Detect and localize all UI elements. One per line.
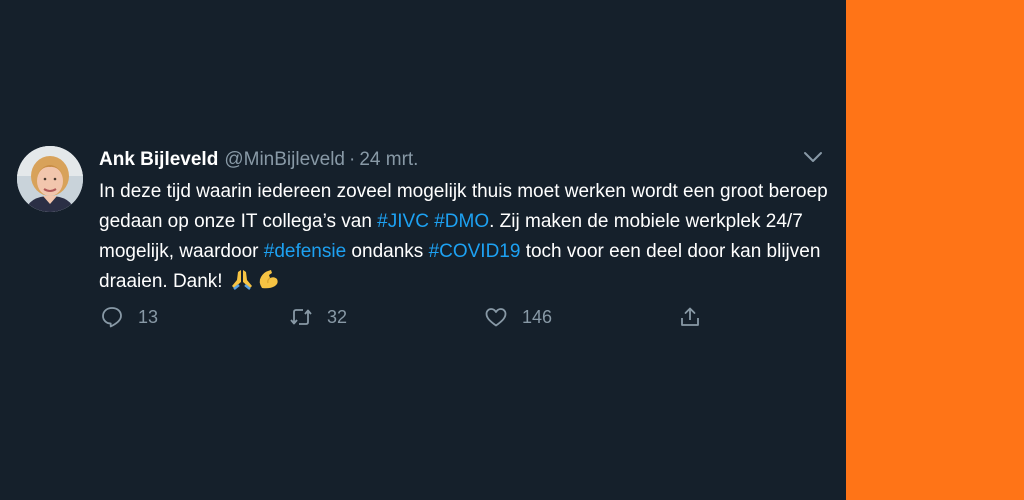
tweet-card: Ank Bijleveld @MinBijleveld · 24 mrt. In de… [0,0,846,500]
chevron-down-icon [804,152,822,162]
avatar-portrait-icon [17,146,83,212]
tweet-date[interactable]: 24 mrt. [359,149,418,170]
hashtag-link[interactable]: #COVID19 [429,241,521,262]
tweet-options-button[interactable] [802,148,824,166]
author-name[interactable]: Ank Bijleveld [99,149,218,170]
flexed-biceps-icon [256,268,280,300]
like-button[interactable]: 146 [484,303,552,331]
tweet-header: Ank Bijleveld @MinBijleveld · 24 mrt. [99,147,418,173]
heart-icon [485,308,507,327]
reply-count: 13 [138,306,159,327]
reply-icon [102,307,122,328]
tweet-text-segment: ondanks [346,241,429,262]
folded-hands-icon [230,268,254,300]
retweet-button[interactable]: 32 [289,303,347,331]
share-icon [681,307,699,326]
retweet-icon [290,309,312,325]
share-button[interactable] [678,303,702,331]
hashtag-link[interactable]: #JIVC [377,211,429,232]
reply-button[interactable]: 13 [100,303,158,331]
avatar[interactable] [17,146,83,212]
author-handle[interactable]: @MinBijleveld [224,149,345,170]
header-separator: · [349,149,356,170]
orange-side-panel [846,0,1024,500]
like-count: 146 [522,306,553,327]
retweet-count: 32 [327,306,348,327]
hashtag-link[interactable]: #defensie [264,241,346,262]
hashtag-link[interactable]: #DMO [434,211,489,232]
tweet-text: In deze tijd waarin iedereen zoveel moge… [99,177,834,300]
